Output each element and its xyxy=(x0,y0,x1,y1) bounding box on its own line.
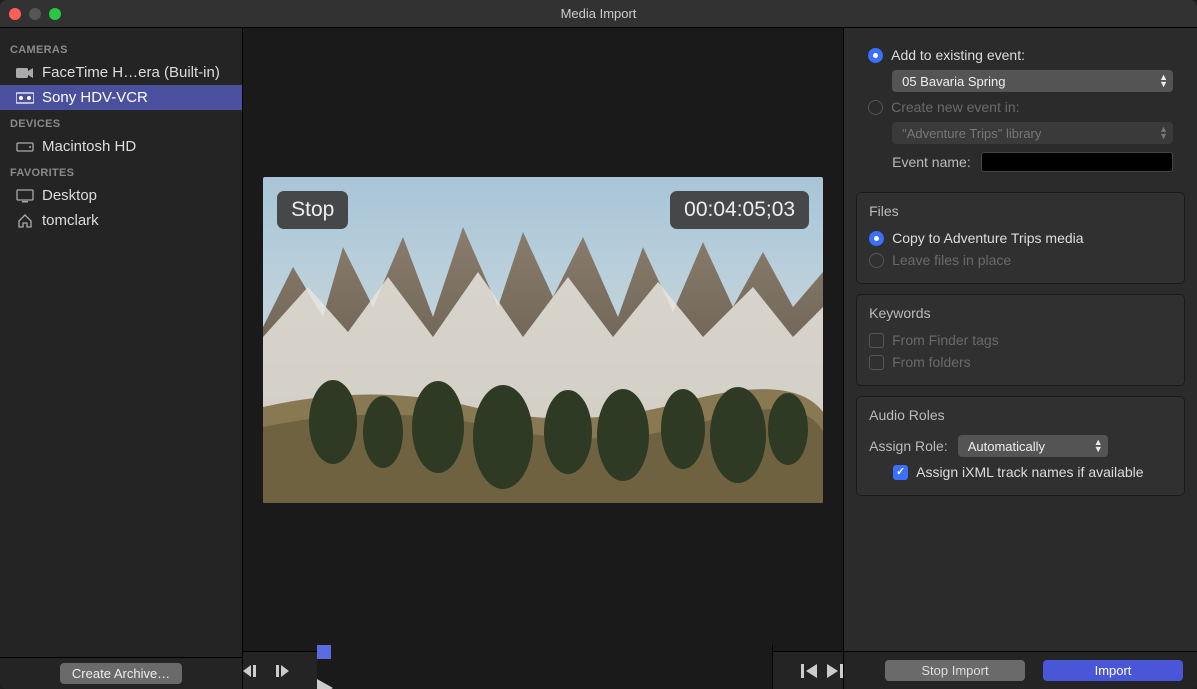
select-value: 05 Bavaria Spring xyxy=(902,74,1005,89)
sidebar-item-label: Macintosh HD xyxy=(42,138,136,155)
leave-in-place-radio: Leave files in place xyxy=(869,249,1172,271)
preview-stop-button[interactable]: Stop xyxy=(277,191,348,229)
updown-caret-icon: ▲▼ xyxy=(1159,74,1168,88)
radio-label: Copy to Adventure Trips media xyxy=(892,230,1083,246)
add-to-existing-radio[interactable]: Add to existing event: xyxy=(868,44,1173,66)
select-value: Automatically xyxy=(968,439,1045,454)
sidebar-item-label: tomclark xyxy=(42,212,99,229)
panel-title: Files xyxy=(869,203,1172,219)
create-new-event-radio[interactable]: Create new event in: xyxy=(868,96,1173,118)
maximize-window-button[interactable] xyxy=(49,8,61,20)
next-frame-button[interactable] xyxy=(271,664,289,678)
updown-caret-icon: ▲▼ xyxy=(1159,126,1168,140)
home-icon xyxy=(16,214,34,228)
existing-event-select[interactable]: 05 Bavaria Spring ▲▼ xyxy=(892,70,1173,92)
tape-icon xyxy=(16,91,34,105)
go-to-start-button[interactable] xyxy=(801,664,817,678)
sidebar-header-cameras: CAMERAS xyxy=(0,36,242,60)
prev-frame-button[interactable] xyxy=(243,664,261,678)
drive-icon xyxy=(16,140,34,154)
play-button[interactable] xyxy=(317,679,772,689)
import-button[interactable]: Import xyxy=(1043,660,1183,681)
sidebar-item-label: FaceTime H…era (Built-in) xyxy=(42,64,220,81)
library-select: "Adventure Trips" library ▲▼ xyxy=(892,122,1173,144)
desktop-icon xyxy=(16,189,34,203)
radio-unchecked-icon xyxy=(869,253,884,268)
updown-caret-icon: ▲▼ xyxy=(1094,439,1103,453)
audio-roles-panel: Audio Roles Assign Role: Automatically ▲… xyxy=(856,396,1185,496)
select-value: "Adventure Trips" library xyxy=(902,126,1041,141)
minimize-window-button[interactable] xyxy=(29,8,41,20)
window-title: Media Import xyxy=(0,6,1197,21)
check-label: From folders xyxy=(892,354,971,370)
sidebar-item-desktop[interactable]: Desktop xyxy=(0,183,242,208)
event-name-label: Event name: xyxy=(892,154,971,170)
import-options: Add to existing event: 05 Bavaria Spring… xyxy=(844,28,1197,689)
radio-label: Leave files in place xyxy=(892,252,1011,268)
preview-pane: Stop 00:04:05;03 xyxy=(243,28,844,689)
sidebar-item-sony-hdv[interactable]: Sony HDV-VCR xyxy=(0,85,242,110)
panel-title: Keywords xyxy=(869,305,1172,321)
check-label: Assign iXML track names if available xyxy=(916,464,1143,480)
checkbox-unchecked-icon xyxy=(869,355,884,370)
sidebar-item-home[interactable]: tomclark xyxy=(0,208,242,233)
radio-label: Create new event in: xyxy=(891,99,1019,115)
sidebar-item-macintosh-hd[interactable]: Macintosh HD xyxy=(0,134,242,159)
sidebar-header-devices: DEVICES xyxy=(0,110,242,134)
from-folders-check: From folders xyxy=(869,351,1172,373)
go-to-end-button[interactable] xyxy=(827,664,843,678)
event-name-input[interactable] xyxy=(981,152,1173,172)
camera-icon xyxy=(16,66,34,80)
video-preview: Stop 00:04:05;03 xyxy=(263,177,823,503)
checkbox-unchecked-icon xyxy=(869,333,884,348)
check-label: From Finder tags xyxy=(892,332,999,348)
from-finder-tags-check: From Finder tags xyxy=(869,329,1172,351)
preview-timecode: 00:04:05;03 xyxy=(670,191,809,229)
radio-checked-icon xyxy=(868,48,883,63)
close-window-button[interactable] xyxy=(9,8,21,20)
create-archive-button[interactable]: Create Archive… xyxy=(60,663,182,684)
sidebar-item-facetime[interactable]: FaceTime H…era (Built-in) xyxy=(0,60,242,85)
assign-role-label: Assign Role: xyxy=(869,438,948,454)
copy-to-library-radio[interactable]: Copy to Adventure Trips media xyxy=(869,227,1172,249)
panel-title: Audio Roles xyxy=(869,407,1172,423)
sidebar: CAMERAS FaceTime H…era (Built-in) Sony H… xyxy=(0,28,243,689)
radio-checked-icon xyxy=(869,231,884,246)
event-panel: Add to existing event: 05 Bavaria Spring… xyxy=(856,40,1185,182)
keywords-panel: Keywords From Finder tags From folders xyxy=(856,294,1185,386)
sidebar-item-label: Sony HDV-VCR xyxy=(42,89,148,106)
checkbox-checked-icon xyxy=(893,465,908,480)
assign-ixml-check[interactable]: Assign iXML track names if available xyxy=(869,461,1172,483)
radio-unchecked-icon xyxy=(868,100,883,115)
transport-bar xyxy=(243,651,843,689)
files-panel: Files Copy to Adventure Trips media Leav… xyxy=(856,192,1185,284)
assign-role-select[interactable]: Automatically ▲▼ xyxy=(958,435,1108,457)
radio-label: Add to existing event: xyxy=(891,47,1025,63)
stop-import-button[interactable]: Stop Import xyxy=(885,660,1025,681)
sidebar-header-favorites: FAVORITES xyxy=(0,159,242,183)
sidebar-item-label: Desktop xyxy=(42,187,97,204)
titlebar: Media Import xyxy=(0,0,1197,28)
